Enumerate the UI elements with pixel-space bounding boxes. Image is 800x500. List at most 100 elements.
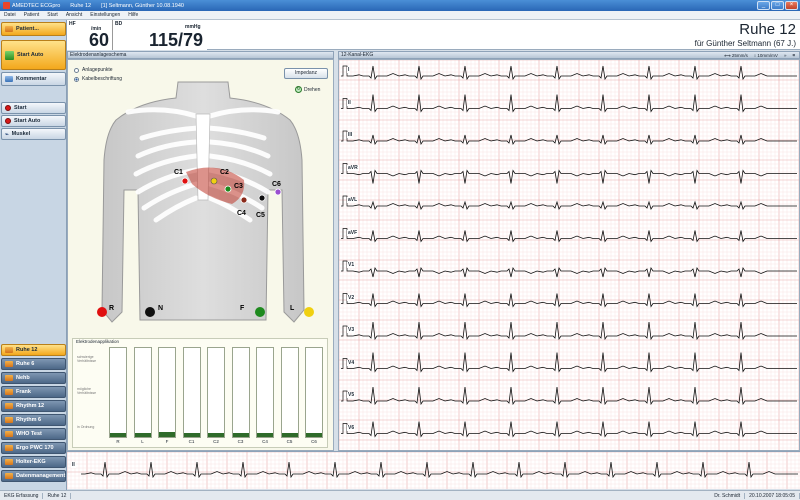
status-bar: EKG Erfassung Ruhe 12 Dr. Schmidt 20.10.… [0, 490, 800, 500]
bar-fill-c1 [183, 433, 200, 437]
menu-datei[interactable]: Datei [4, 12, 16, 18]
rhythm-strip: II [67, 451, 800, 489]
label-c4: C4 [237, 210, 246, 217]
axis-label-ok: in Ordnung [77, 425, 95, 429]
electrode-c2[interactable] [210, 177, 218, 185]
torso-diagram: R N F L C1 C2 C3 C4 C5 C6 [97, 81, 314, 323]
kommentar-button[interactable]: Kommentar [1, 72, 66, 86]
rhythm-trace-line [81, 461, 798, 479]
electrode-application-chart: Elektrodenapplikation schwierige Verhält… [72, 338, 328, 448]
bar-c2 [207, 347, 225, 438]
bar-fill-f [159, 431, 175, 437]
program-datenmanagement[interactable]: Datenmanagement [1, 470, 66, 482]
bar-label-f: F [165, 439, 169, 444]
app-icon [3, 2, 10, 9]
bar-c5 [280, 347, 299, 438]
muskel-button[interactable]: ⌁ Muskel [1, 128, 66, 140]
patient-button[interactable]: Patient... [1, 22, 66, 36]
program-icon [5, 403, 13, 409]
bar-fill-l [134, 433, 151, 437]
bar-fill-c6 [306, 433, 322, 437]
bar-label-c5: C5 [286, 439, 293, 444]
bar-l [133, 347, 152, 438]
program-label: Holter-EKG [16, 459, 46, 465]
electrode-c5[interactable] [258, 194, 266, 202]
lead-label-avl: aVL [347, 197, 359, 203]
bar-fill-c3 [232, 433, 249, 437]
menu-start[interactable]: Start [47, 12, 58, 18]
patient-icon [5, 26, 13, 32]
label-c1: C1 [174, 169, 183, 176]
program-holter-ekg[interactable]: Holter-EKG [1, 456, 66, 468]
title-bar: AMEDTEC ECGpro Ruhe 12 [1] Seltmann, Gün… [0, 0, 800, 11]
header: HF /min 60 BD mmHg 115/79 Ruhe 12 für Gü… [67, 20, 800, 50]
program-icon [5, 445, 13, 451]
label-c2: C2 [220, 169, 229, 176]
electrode-panel-header: Elektrodenanlageschema [67, 51, 334, 59]
start-auto-big-label: Start Auto [17, 52, 44, 58]
menu-einstellungen[interactable]: Einstellungen [90, 12, 120, 18]
bar-label-c4: C4 [262, 439, 268, 444]
close-button[interactable]: × [785, 1, 798, 10]
electrode-c1[interactable] [181, 177, 189, 185]
electrode-r[interactable] [97, 307, 107, 317]
bar-c3 [231, 347, 250, 438]
label-n: N [158, 305, 163, 312]
window-tab: Ruhe 12 [70, 2, 92, 9]
bar-label-c2: C2 [213, 439, 219, 444]
start-label: Start [14, 105, 27, 111]
electrode-l[interactable] [304, 307, 314, 317]
menu-ansicht[interactable]: Ansicht [66, 12, 82, 18]
bar-chart-title: Elektrodenapplikation [76, 339, 120, 344]
ekg-trace-avr [349, 169, 797, 184]
program-ruhe-12[interactable]: Ruhe 12 [1, 344, 66, 356]
hf-label: HF [69, 21, 76, 27]
program-nehb[interactable]: Nehb [1, 372, 66, 384]
electrode-n[interactable] [145, 307, 155, 317]
bar-r [109, 347, 127, 438]
lead-label-v5: V5 [347, 392, 356, 398]
minimize-button[interactable]: _ [757, 1, 770, 10]
electrode-c6[interactable] [274, 188, 282, 196]
program-rhythm-12[interactable]: Rhythm 12 [1, 400, 66, 412]
option-anlagepunkte-label: Anlagepunkte [82, 67, 113, 73]
ekg-traces [339, 60, 799, 450]
program-frank[interactable]: Frank [1, 386, 66, 398]
comment-icon [5, 76, 13, 82]
muscle-icon: ⌁ [5, 131, 9, 138]
program-icon [5, 361, 13, 367]
electrode-c4[interactable] [240, 196, 248, 204]
lead-label-v4: V4 [347, 359, 356, 366]
start-auto-button[interactable]: Start Auto [1, 115, 66, 127]
program-rhythm-6[interactable]: Rhythm 6 [1, 414, 66, 426]
option-anlagepunkte[interactable]: Anlagepunkte [74, 67, 113, 73]
start-auto-big-button[interactable]: Start Auto [1, 40, 66, 70]
menu-hilfe[interactable]: Hilfe [128, 12, 138, 18]
status-program: Ruhe 12 [43, 492, 72, 499]
lead-label-v2: V2 [347, 294, 356, 301]
exam-title: Ruhe 12 [739, 21, 796, 38]
lead-label-avr: aVR [347, 164, 359, 171]
menu-patient[interactable]: Patient [24, 12, 40, 18]
status-user: Dr. Schmidt [710, 492, 746, 499]
status-datetime: 20.10.2007 18:05:05 [745, 492, 800, 499]
muskel-label: Muskel [11, 131, 31, 137]
program-who-test[interactable]: WHO Test [1, 428, 66, 440]
label-l: L [290, 305, 295, 312]
program-ergo-pwc[interactable]: Ergo PWC 170 [1, 442, 66, 454]
program-icon [5, 459, 13, 465]
label-c5: C5 [256, 212, 265, 219]
radio-anlagepunkte[interactable] [74, 67, 79, 73]
program-ruhe-6[interactable]: Ruhe 6 [1, 358, 66, 370]
start-auto-label: Start Auto [14, 118, 41, 124]
start-button[interactable]: Start [1, 102, 66, 114]
program-label: Ergo PWC 170 [16, 445, 54, 451]
ekg-trace-v5 [349, 386, 797, 406]
hf-value: 60 [89, 30, 110, 50]
ekg-trace-iii [349, 134, 797, 146]
menu-bar: Datei Patient Start Ansicht Einstellunge… [0, 11, 800, 20]
electrode-f[interactable] [255, 307, 265, 317]
electrode-c3[interactable] [224, 185, 232, 193]
maximize-button[interactable]: □ [771, 1, 784, 10]
impedanz-button[interactable]: Impedanz [284, 68, 328, 79]
